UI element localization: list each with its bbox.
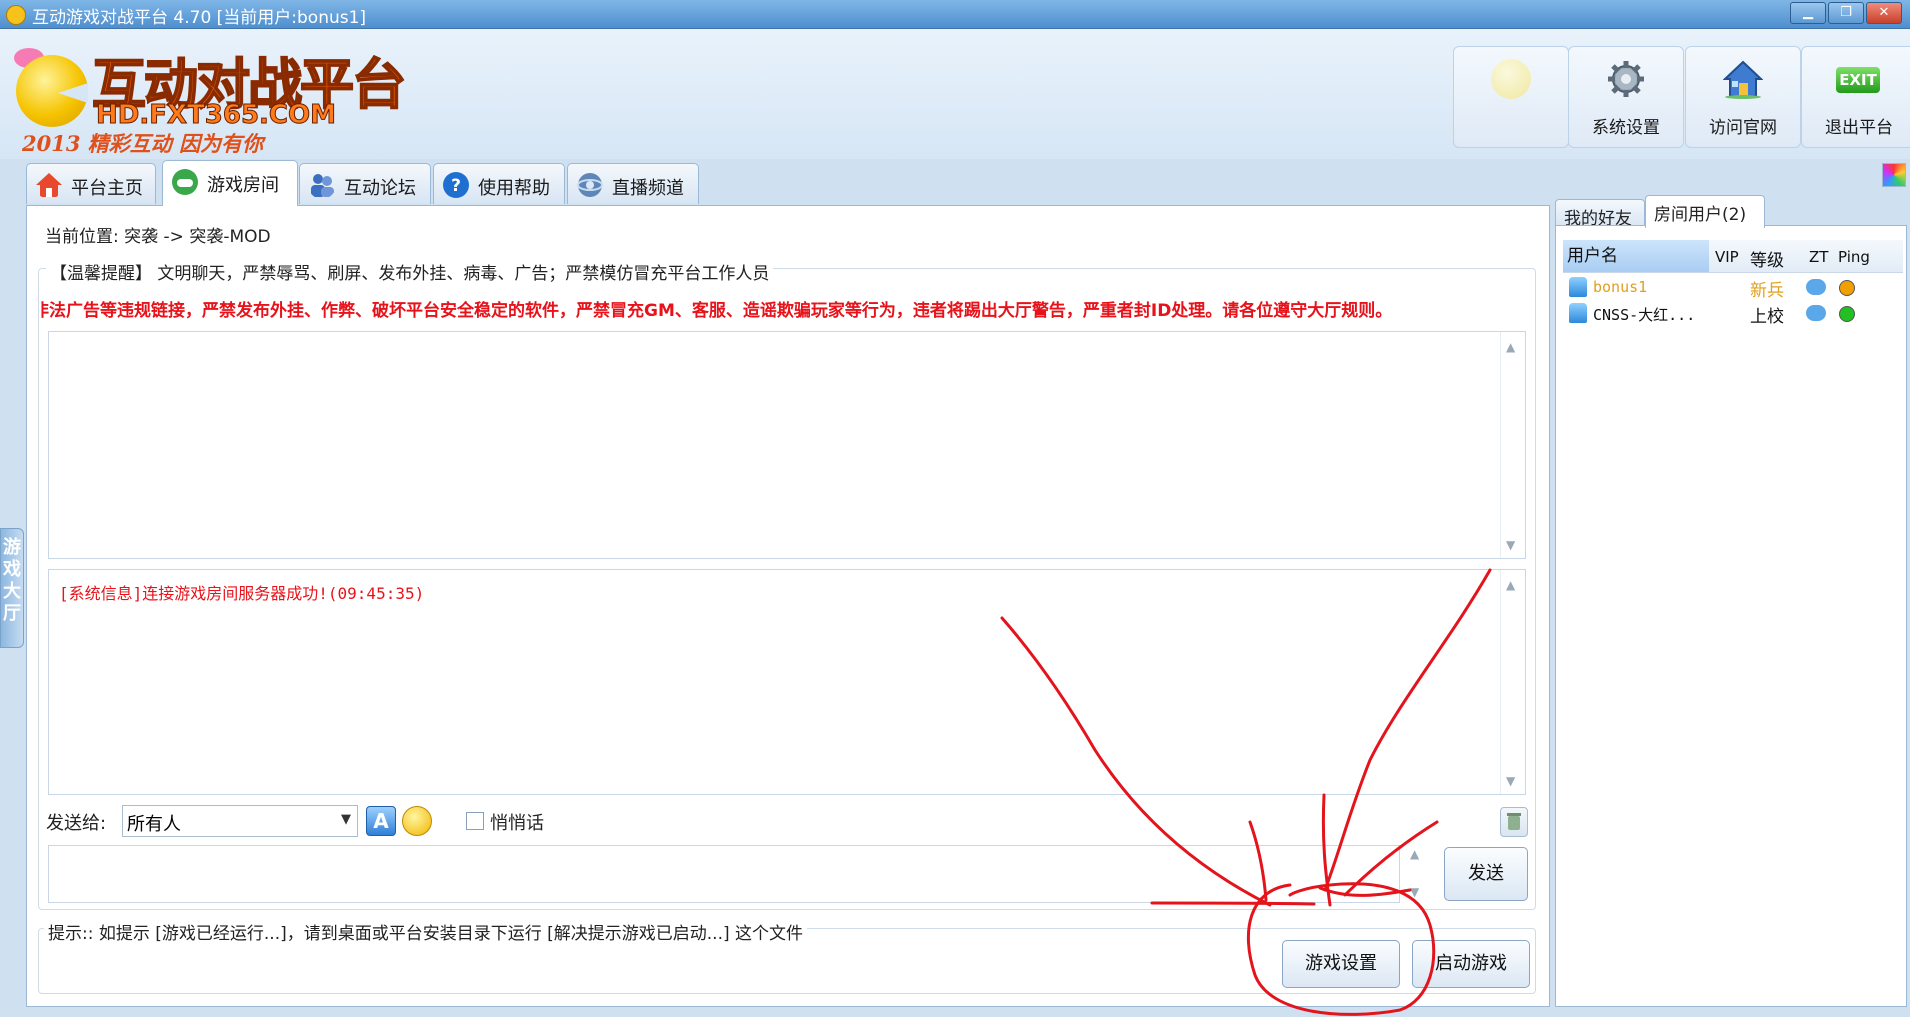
chat-bubble-icon[interactable] [1806,279,1826,295]
logo-slogan: 2013 精彩互动 因为有你 [22,131,264,156]
whisper-checkbox[interactable] [466,812,484,830]
input-scrollbar[interactable]: ▲ ▼ [1406,845,1426,901]
close-button[interactable]: ✕ [1866,2,1902,24]
home-icon [1723,60,1763,99]
exit-platform-button[interactable]: EXIT 退出平台 [1801,46,1910,148]
user-name: bonus1 [1593,278,1648,296]
column-level[interactable]: 等级 [1750,246,1784,271]
public-chat-area[interactable]: ▲ ▼ [48,331,1526,559]
visit-website-button[interactable]: 访问官网 [1685,46,1801,148]
window-title: 互动游戏对战平台 4.70 [当前用户:bonus1] [32,8,367,28]
notice-title: 【温馨提醒】 文明聊天，严禁辱骂、刷屏、发布外挂、病毒、广告；严禁模仿冒充平台工… [46,259,774,284]
room-users-panel [1555,225,1907,1007]
scroll-up-icon[interactable]: ▲ [1410,847,1419,861]
tab-live-channel[interactable]: 直播频道 [567,163,699,204]
tab-label: 直播频道 [612,178,684,199]
tab-label: 游戏房间 [207,175,279,196]
game-lobby-side-tab[interactable]: 游戏大厅 [0,528,24,648]
game-settings-button[interactable]: 游戏设置 [1282,940,1400,988]
user-icon [1569,277,1587,297]
minimize-button[interactable]: ▁ [1790,2,1826,24]
trash-icon [1507,813,1521,830]
skin-color-button[interactable] [1882,163,1906,187]
column-username[interactable]: 用户名 [1563,240,1709,272]
broadcast-icon [577,173,603,197]
logo-url: HD.FXT365.COM [96,100,337,131]
chat-scrollbar[interactable]: ▲ ▼ [1500,332,1525,558]
whisper-label: 悄悄话 [490,813,544,834]
user-icon [1569,303,1587,323]
recipient-select[interactable]: 所有人 ▼ [122,805,358,837]
column-zt[interactable]: ZT [1809,248,1828,266]
user-level: 新兵 [1750,281,1784,301]
visit-website-label: 访问官网 [1709,118,1777,138]
app-icon [6,5,26,25]
message-scrollbar[interactable]: ▲ ▼ [1500,570,1525,794]
scrolling-rules-text: 非法广告等违规链接，严禁发布外挂、作弊、破坏平台安全稳定的软件，严禁冒充GM、客… [40,296,1530,320]
scroll-up-icon[interactable]: ▲ [1506,578,1515,592]
mascot-icon [1491,59,1531,99]
user-list-header: 用户名 VIP 等级 ZT Ping [1563,240,1903,273]
gamepad-icon [172,169,198,195]
rules-text: 非法广告等违规链接，严禁发布外挂、作弊、破坏平台安全稳定的软件，严禁冒充GM、客… [40,301,1393,320]
scroll-down-icon[interactable]: ▼ [1506,538,1515,552]
tab-my-friends[interactable]: 我的好友 [1555,199,1645,229]
font-style-button[interactable]: A [366,806,396,836]
scroll-down-icon[interactable]: ▼ [1506,774,1515,788]
mascot-button[interactable] [1453,46,1569,148]
ping-indicator-icon [1839,280,1855,296]
system-settings-button[interactable]: 系统设置 [1568,46,1684,148]
tab-platform-home[interactable]: 平台主页 [26,163,156,204]
logo-mascot-icon [16,55,88,127]
chat-bubble-icon[interactable] [1806,305,1826,321]
tab-room-users[interactable]: 房间用户(2) [1645,195,1765,228]
recipient-value: 所有人 [127,814,181,835]
column-vip[interactable]: VIP [1715,248,1739,266]
title-bar: 互动游戏对战平台 4.70 [当前用户:bonus1] ▁ ❐ ✕ [0,0,1910,29]
system-settings-label: 系统设置 [1592,118,1660,138]
ping-indicator-icon [1839,306,1855,322]
svg-text:?: ? [451,176,461,196]
exit-platform-label: 退出平台 [1825,118,1893,138]
user-name: CNSS-大红... [1593,306,1696,324]
exit-icon: EXIT [1836,67,1880,93]
maximize-button[interactable]: ❐ [1828,2,1864,24]
dropdown-arrow-icon[interactable]: ▼ [341,812,351,827]
emoji-button[interactable] [402,806,432,836]
side-tab-label: 游戏大厅 [3,537,21,624]
send-to-label: 发送给: [46,813,107,834]
breadcrumb: 当前位置: 突袭 -> 突袭-MOD [45,227,271,247]
tab-label: 房间用户(2) [1654,205,1747,225]
send-button[interactable]: 发送 [1444,847,1528,901]
scroll-up-icon[interactable]: ▲ [1506,340,1515,354]
user-row[interactable]: CNSS-大红... 上校 [1563,301,1903,327]
tip-text: 提示:: 如提示 [游戏已经运行...]，请到桌面或平台安装目录下运行 [解决提… [44,919,808,944]
start-game-button[interactable]: 启动游戏 [1412,940,1530,988]
tab-label: 使用帮助 [478,178,550,199]
tab-label: 互动论坛 [344,178,416,199]
users-icon [311,174,334,197]
user-level: 上校 [1750,307,1784,327]
message-input[interactable] [48,845,1400,903]
clear-chat-button[interactable] [1500,807,1528,837]
gear-icon [1608,61,1644,97]
tab-help[interactable]: ? 使用帮助 [433,163,565,204]
help-icon: ? [443,172,469,198]
tab-game-room[interactable]: 游戏房间 [162,160,298,206]
tab-forum[interactable]: 互动论坛 [299,163,431,204]
system-message: [系统信息]连接游戏房间服务器成功!(09:45:35) [59,584,425,603]
house-icon [36,173,62,197]
system-message-area[interactable]: [系统信息]连接游戏房间服务器成功!(09:45:35) ▲ ▼ [48,569,1526,795]
column-ping[interactable]: Ping [1838,248,1870,266]
tab-label: 平台主页 [71,178,143,199]
scroll-down-icon[interactable]: ▼ [1410,885,1419,899]
user-row[interactable]: bonus1 新兵 [1563,275,1903,301]
